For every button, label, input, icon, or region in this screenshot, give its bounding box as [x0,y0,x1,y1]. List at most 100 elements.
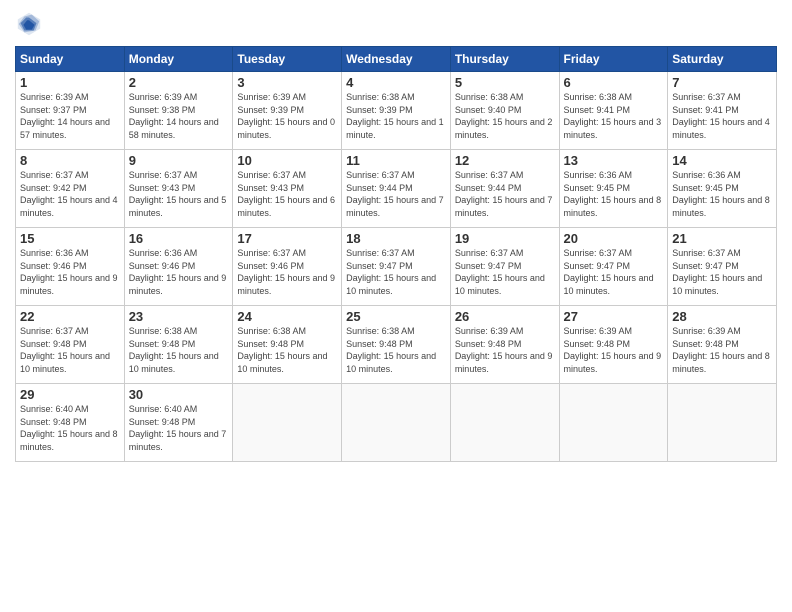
day-info: Sunrise: 6:37 AMSunset: 9:48 PMDaylight:… [20,326,110,374]
col-header-wednesday: Wednesday [342,47,451,72]
week-row-2: 8 Sunrise: 6:37 AMSunset: 9:42 PMDayligh… [16,150,777,228]
day-info: Sunrise: 6:37 AMSunset: 9:43 PMDaylight:… [237,170,335,218]
day-number: 28 [672,309,772,324]
day-cell: 14 Sunrise: 6:36 AMSunset: 9:45 PMDaylig… [668,150,777,228]
day-info: Sunrise: 6:37 AMSunset: 9:44 PMDaylight:… [455,170,553,218]
day-info: Sunrise: 6:38 AMSunset: 9:41 PMDaylight:… [564,92,662,140]
day-number: 22 [20,309,120,324]
day-info: Sunrise: 6:37 AMSunset: 9:47 PMDaylight:… [346,248,436,296]
day-cell [668,384,777,462]
page: SundayMondayTuesdayWednesdayThursdayFrid… [0,0,792,612]
day-number: 5 [455,75,555,90]
day-number: 25 [346,309,446,324]
day-number: 10 [237,153,337,168]
day-cell: 13 Sunrise: 6:36 AMSunset: 9:45 PMDaylig… [559,150,668,228]
day-cell: 17 Sunrise: 6:37 AMSunset: 9:46 PMDaylig… [233,228,342,306]
day-number: 26 [455,309,555,324]
logo [15,10,47,38]
day-number: 13 [564,153,664,168]
day-cell [559,384,668,462]
day-info: Sunrise: 6:37 AMSunset: 9:43 PMDaylight:… [129,170,227,218]
day-info: Sunrise: 6:36 AMSunset: 9:46 PMDaylight:… [20,248,118,296]
day-number: 12 [455,153,555,168]
day-number: 21 [672,231,772,246]
day-number: 9 [129,153,229,168]
day-number: 30 [129,387,229,402]
col-header-friday: Friday [559,47,668,72]
day-number: 7 [672,75,772,90]
day-number: 15 [20,231,120,246]
day-info: Sunrise: 6:40 AMSunset: 9:48 PMDaylight:… [129,404,227,452]
day-info: Sunrise: 6:38 AMSunset: 9:40 PMDaylight:… [455,92,553,140]
day-number: 20 [564,231,664,246]
day-number: 19 [455,231,555,246]
logo-icon [15,10,43,38]
day-number: 16 [129,231,229,246]
day-cell: 4 Sunrise: 6:38 AMSunset: 9:39 PMDayligh… [342,72,451,150]
day-info: Sunrise: 6:37 AMSunset: 9:47 PMDaylight:… [455,248,545,296]
day-cell: 30 Sunrise: 6:40 AMSunset: 9:48 PMDaylig… [124,384,233,462]
day-number: 11 [346,153,446,168]
day-number: 1 [20,75,120,90]
day-number: 24 [237,309,337,324]
day-info: Sunrise: 6:39 AMSunset: 9:48 PMDaylight:… [672,326,770,374]
day-info: Sunrise: 6:37 AMSunset: 9:44 PMDaylight:… [346,170,444,218]
day-cell [233,384,342,462]
day-info: Sunrise: 6:37 AMSunset: 9:46 PMDaylight:… [237,248,335,296]
day-number: 17 [237,231,337,246]
day-cell: 1 Sunrise: 6:39 AMSunset: 9:37 PMDayligh… [16,72,125,150]
day-info: Sunrise: 6:37 AMSunset: 9:47 PMDaylight:… [564,248,654,296]
day-number: 6 [564,75,664,90]
day-info: Sunrise: 6:37 AMSunset: 9:47 PMDaylight:… [672,248,762,296]
col-header-thursday: Thursday [450,47,559,72]
header [15,10,777,38]
day-cell: 2 Sunrise: 6:39 AMSunset: 9:38 PMDayligh… [124,72,233,150]
day-number: 14 [672,153,772,168]
day-cell: 28 Sunrise: 6:39 AMSunset: 9:48 PMDaylig… [668,306,777,384]
week-row-3: 15 Sunrise: 6:36 AMSunset: 9:46 PMDaylig… [16,228,777,306]
day-cell: 18 Sunrise: 6:37 AMSunset: 9:47 PMDaylig… [342,228,451,306]
calendar-table: SundayMondayTuesdayWednesdayThursdayFrid… [15,46,777,462]
day-number: 23 [129,309,229,324]
day-cell: 25 Sunrise: 6:38 AMSunset: 9:48 PMDaylig… [342,306,451,384]
col-header-saturday: Saturday [668,47,777,72]
day-info: Sunrise: 6:39 AMSunset: 9:39 PMDaylight:… [237,92,335,140]
day-cell: 29 Sunrise: 6:40 AMSunset: 9:48 PMDaylig… [16,384,125,462]
day-number: 3 [237,75,337,90]
day-cell: 23 Sunrise: 6:38 AMSunset: 9:48 PMDaylig… [124,306,233,384]
day-cell: 26 Sunrise: 6:39 AMSunset: 9:48 PMDaylig… [450,306,559,384]
day-number: 8 [20,153,120,168]
day-cell: 22 Sunrise: 6:37 AMSunset: 9:48 PMDaylig… [16,306,125,384]
day-cell: 9 Sunrise: 6:37 AMSunset: 9:43 PMDayligh… [124,150,233,228]
day-info: Sunrise: 6:38 AMSunset: 9:39 PMDaylight:… [346,92,444,140]
day-cell: 15 Sunrise: 6:36 AMSunset: 9:46 PMDaylig… [16,228,125,306]
day-cell: 16 Sunrise: 6:36 AMSunset: 9:46 PMDaylig… [124,228,233,306]
day-cell: 6 Sunrise: 6:38 AMSunset: 9:41 PMDayligh… [559,72,668,150]
day-number: 18 [346,231,446,246]
day-number: 27 [564,309,664,324]
day-cell: 7 Sunrise: 6:37 AMSunset: 9:41 PMDayligh… [668,72,777,150]
day-info: Sunrise: 6:36 AMSunset: 9:46 PMDaylight:… [129,248,227,296]
day-cell [450,384,559,462]
week-row-1: 1 Sunrise: 6:39 AMSunset: 9:37 PMDayligh… [16,72,777,150]
day-info: Sunrise: 6:39 AMSunset: 9:37 PMDaylight:… [20,92,110,140]
day-info: Sunrise: 6:39 AMSunset: 9:38 PMDaylight:… [129,92,219,140]
day-number: 29 [20,387,120,402]
day-info: Sunrise: 6:39 AMSunset: 9:48 PMDaylight:… [455,326,553,374]
day-number: 2 [129,75,229,90]
day-cell: 21 Sunrise: 6:37 AMSunset: 9:47 PMDaylig… [668,228,777,306]
day-cell: 11 Sunrise: 6:37 AMSunset: 9:44 PMDaylig… [342,150,451,228]
day-info: Sunrise: 6:39 AMSunset: 9:48 PMDaylight:… [564,326,662,374]
header-row: SundayMondayTuesdayWednesdayThursdayFrid… [16,47,777,72]
day-info: Sunrise: 6:36 AMSunset: 9:45 PMDaylight:… [672,170,770,218]
day-cell: 12 Sunrise: 6:37 AMSunset: 9:44 PMDaylig… [450,150,559,228]
day-cell [342,384,451,462]
day-cell: 5 Sunrise: 6:38 AMSunset: 9:40 PMDayligh… [450,72,559,150]
day-cell: 27 Sunrise: 6:39 AMSunset: 9:48 PMDaylig… [559,306,668,384]
col-header-monday: Monday [124,47,233,72]
day-info: Sunrise: 6:40 AMSunset: 9:48 PMDaylight:… [20,404,118,452]
week-row-4: 22 Sunrise: 6:37 AMSunset: 9:48 PMDaylig… [16,306,777,384]
day-cell: 20 Sunrise: 6:37 AMSunset: 9:47 PMDaylig… [559,228,668,306]
day-cell: 10 Sunrise: 6:37 AMSunset: 9:43 PMDaylig… [233,150,342,228]
day-info: Sunrise: 6:38 AMSunset: 9:48 PMDaylight:… [237,326,327,374]
